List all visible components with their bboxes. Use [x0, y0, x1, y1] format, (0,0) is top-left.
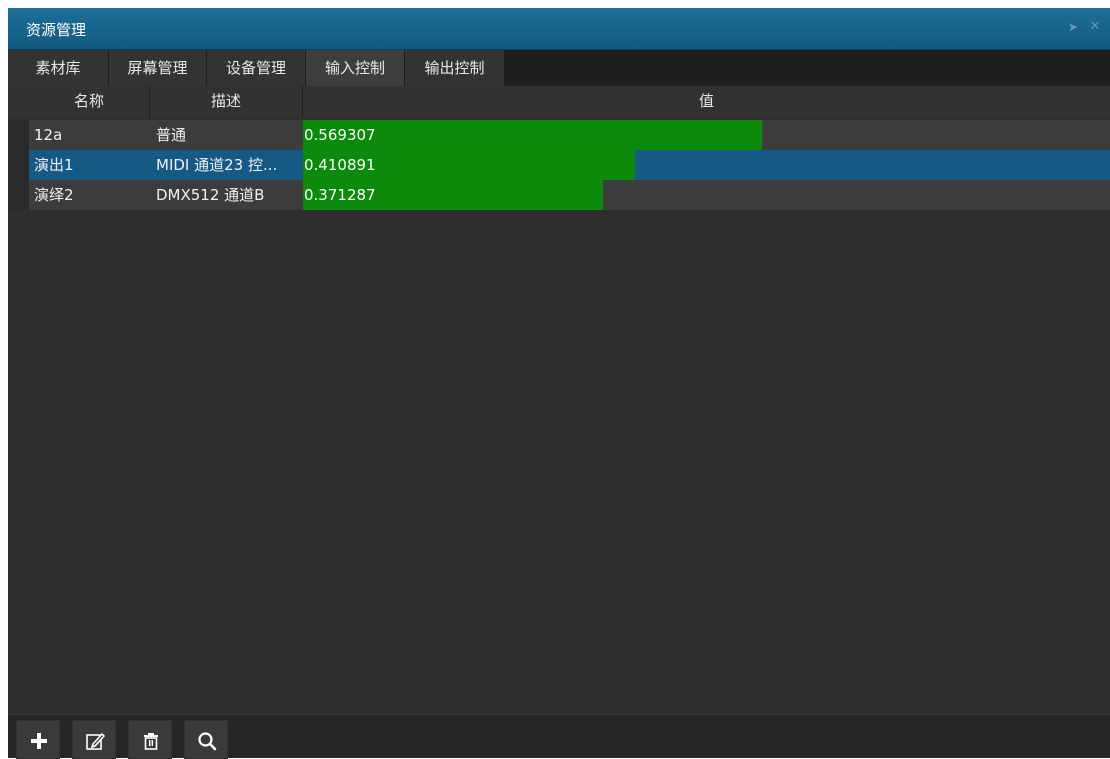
title-bar: 资源管理 ➤ ✕ [8, 8, 1110, 50]
row-name: 12a [34, 126, 63, 144]
add-button[interactable] [16, 720, 60, 759]
pin-icon[interactable]: ➤ [1066, 18, 1080, 36]
tab-bar: 素材库 屏幕管理 设备管理 输入控制 输出控制 [8, 50, 1110, 86]
trash-icon [144, 733, 158, 750]
row-value: 0.371287 [304, 186, 376, 204]
table-header: 名称 描述 值 [8, 86, 1110, 118]
table-row[interactable]: 演绎2 DMX512 通道B 0.371287 [29, 180, 1110, 210]
tab-screen-management[interactable]: 屏幕管理 [109, 50, 207, 86]
bottom-toolbar [8, 714, 1110, 759]
resource-manager-window: 资源管理 ➤ ✕ 素材库 屏幕管理 设备管理 输入控制 输出控制 名称 描述 值… [8, 8, 1110, 759]
table-row[interactable]: 演出1 MIDI 通道23 控... 0.410891 [29, 150, 1110, 180]
row-description: 普通 [156, 126, 187, 144]
column-header-value[interactable]: 值 [303, 86, 1110, 118]
row-description: MIDI 通道23 控... [156, 156, 278, 174]
plus-icon [31, 733, 47, 749]
table-row[interactable]: 12a 普通 0.569307 [29, 120, 1110, 150]
window-title: 资源管理 [26, 21, 87, 39]
column-header-description[interactable]: 描述 [150, 86, 303, 118]
search-button[interactable] [184, 720, 228, 759]
row-value: 0.569307 [304, 126, 376, 144]
tab-output-control[interactable]: 输出控制 [405, 50, 505, 86]
row-name: 演出1 [34, 156, 74, 174]
row-marker [8, 150, 29, 180]
tab-device-management[interactable]: 设备管理 [207, 50, 306, 86]
row-description: DMX512 通道B [156, 186, 265, 204]
close-icon[interactable]: ✕ [1088, 18, 1102, 36]
delete-button[interactable] [128, 720, 172, 759]
edit-icon [86, 732, 105, 750]
column-header-name[interactable]: 名称 [29, 86, 150, 118]
row-value: 0.410891 [304, 156, 376, 174]
tab-material-library[interactable]: 素材库 [8, 50, 109, 86]
tab-input-control[interactable]: 输入控制 [306, 50, 405, 86]
row-name: 演绎2 [34, 186, 74, 204]
row-marker [8, 120, 29, 150]
search-icon [198, 732, 217, 751]
row-marker [8, 180, 29, 210]
edit-button[interactable] [72, 720, 116, 759]
